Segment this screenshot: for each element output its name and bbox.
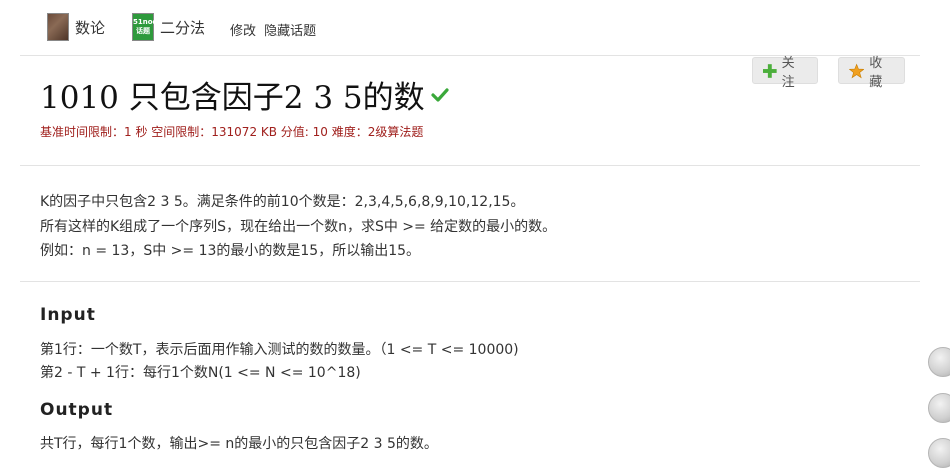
topic-badge-icon: 51nod 话题: [132, 13, 158, 41]
follow-label: 关注: [781, 55, 795, 90]
problem-meta: 基准时间限制：1 秒 空间限制：131072 KB 分值: 10 难度：2级算法…: [40, 125, 424, 139]
hide-tags-link[interactable]: 隐藏话题: [264, 24, 316, 39]
tag-number-theory[interactable]: 数论: [47, 13, 105, 41]
description-line: 所有这样的K组成了一个序列S，现在给出一个数n，求S中 >= 给定数的最小的数。: [40, 218, 557, 235]
qq-share-icon[interactable]: [928, 347, 950, 377]
tag-label[interactable]: 数论: [75, 17, 105, 38]
star-icon: [849, 63, 865, 78]
follow-button[interactable]: 关注: [752, 56, 818, 90]
topic-tag-bar: 数论 51nod 话题 二分法 修改 隐藏话题: [0, 0, 950, 56]
input-description: 第1行：一个数T，表示后面用作输入测试的数的数量。（1 <= T <= 1000…: [40, 339, 519, 385]
chat-share-icon[interactable]: [928, 438, 950, 468]
favorite-label: 收藏: [869, 55, 883, 90]
output-line: 共T行，每行1个数，输出>= n的最小的只包含因子2 3 5的数。: [40, 436, 438, 452]
output-description: 共T行，每行1个数，输出>= n的最小的只包含因子2 3 5的数。: [40, 433, 438, 456]
description-line: K的因子中只包含2 3 5。满足条件的前10个数是：2,3,4,5,6,8,9,…: [40, 194, 525, 210]
favorite-button[interactable]: 收藏: [838, 56, 905, 90]
output-heading: Output: [40, 400, 114, 420]
input-line: 第2 - T + 1行：每行1个数N(1 <= N <= 10^18): [40, 365, 361, 381]
description-line: 例如：n = 13，S中 >= 13的最小的数是15，所以输出15。: [40, 243, 421, 259]
problem-title-text: 1010 只包含因子2 3 5的数: [40, 80, 425, 116]
book-cover-icon: [47, 13, 69, 41]
tag-binary-search[interactable]: 51nod 话题 二分法: [132, 13, 205, 41]
divider: [20, 281, 920, 282]
tag-label[interactable]: 二分法: [160, 17, 205, 38]
divider: [20, 165, 920, 166]
tag-actions: 修改 隐藏话题: [230, 20, 320, 39]
problem-description: K的因子中只包含2 3 5。满足条件的前10个数是：2,3,4,5,6,8,9,…: [40, 190, 556, 264]
input-heading: Input: [40, 305, 96, 325]
check-icon: [431, 87, 449, 102]
problem-title: 1010 只包含因子2 3 5的数: [40, 72, 449, 117]
cloud-share-icon[interactable]: [928, 393, 950, 423]
edit-tags-link[interactable]: 修改: [230, 24, 256, 39]
plus-icon: [763, 63, 777, 78]
input-line: 第1行：一个数T，表示后面用作输入测试的数的数量。（1 <= T <= 1000…: [40, 342, 519, 358]
